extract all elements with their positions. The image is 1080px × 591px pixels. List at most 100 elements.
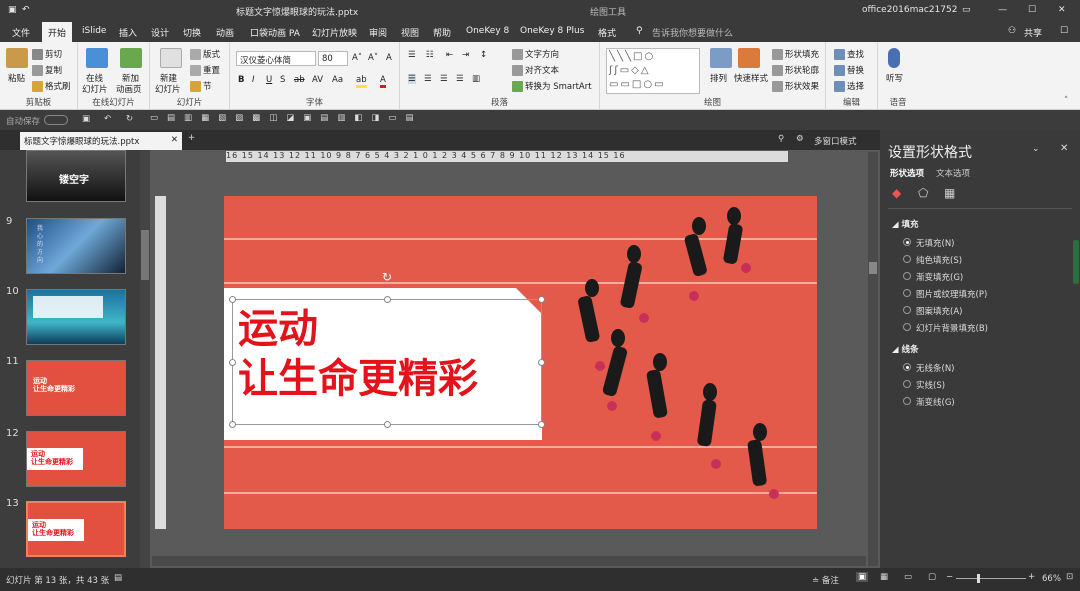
font-name-combo[interactable]: 汉仪菱心体简 [236,51,316,66]
fill-option-label[interactable]: 幻灯片背景填充(B) [916,322,988,334]
tab-transitions[interactable]: 切换 [183,26,201,39]
microphone-icon[interactable] [888,48,900,68]
undo-icon[interactable]: ↶ [22,5,30,15]
underline-button[interactable]: U [266,75,272,85]
ribbon-display-icon[interactable]: ▭ [962,5,971,15]
fill-option-label[interactable]: 无填充(N) [916,237,955,249]
resize-handle[interactable] [538,296,545,303]
char-spacing-button[interactable]: AV [312,75,323,85]
fill-radio[interactable] [903,272,911,280]
tab-pocket-animation[interactable]: 口袋动画 PA [250,26,300,39]
align-left-icon[interactable]: ☰ [408,74,416,84]
shapes-gallery[interactable]: ╲╲╲□○ ʃʃ▭◇△ ▭▭□○▭ [606,48,700,94]
reset-button[interactable]: 重置 [190,64,220,76]
grow-font-icon[interactable]: A˄ [352,53,362,63]
tab-file[interactable]: 文件 [12,26,30,39]
fill-option-label[interactable]: 渐变填充(G) [916,271,963,283]
line-radio[interactable] [903,397,911,405]
thumbnail-13-selected[interactable]: 运动 让生命更精彩 [26,501,126,557]
zoom-level[interactable]: 66% [1042,574,1061,584]
tab-onekey8-plus[interactable]: OneKey 8 Plus [520,26,584,36]
line-option-label[interactable]: 无线条(N) [916,362,955,374]
find-button[interactable]: 查找 [834,48,864,60]
document-tab[interactable]: 标题文字惊爆眼球的玩法.pptx ✕ [20,132,182,150]
autosave-toggle[interactable] [44,115,68,125]
multi-window-button[interactable]: 多窗口模式 [814,135,857,147]
new-tab-icon[interactable]: + [188,133,195,143]
copy-button[interactable]: 复制 [32,64,62,76]
section-button[interactable]: 节 [190,80,212,92]
shape-outline-button[interactable]: 形状轮廓 [772,64,819,76]
share-icon[interactable]: ⚇ [1008,26,1016,36]
dictate-button[interactable]: 听写 [886,72,903,84]
tab-review[interactable]: 审阅 [369,26,387,39]
line-option-label[interactable]: 实线(S) [916,379,945,391]
comments-icon[interactable]: ☐ [1060,26,1068,36]
resize-handle[interactable] [384,296,391,303]
thumbnail-scroll-thumb[interactable] [141,230,149,280]
shrink-font-icon[interactable]: A˅ [368,53,378,63]
zoom-slider[interactable] [956,578,1026,579]
notes-button[interactable]: ≐ 备注 [812,574,839,586]
panel-menu-icon[interactable]: ⌄ [1032,144,1040,154]
save-qat-icon[interactable]: ▣ [82,114,90,124]
text-direction-button[interactable]: 文字方向 [512,48,559,60]
tab-shape-options[interactable]: 形状选项 [890,167,924,179]
size-properties-icon[interactable]: ▦ [944,186,955,200]
rotate-handle-icon[interactable]: ↻ [382,270,392,284]
spell-check-icon[interactable]: ▤ [114,573,122,583]
tab-slideshow[interactable]: 幻灯片放映 [312,26,357,39]
tab-view[interactable]: 视图 [401,26,419,39]
line-option-label[interactable]: 渐变线(G) [916,396,955,408]
qat-tools[interactable]: ▭▤▥▦▧▨▩◫◪▣▤▥◧◨▭▤ [150,113,423,123]
maximize-button[interactable]: ☐ [1028,5,1036,15]
thumbnail-11[interactable]: 运动 让生命更精彩 [26,360,126,416]
shape-fill-button[interactable]: 形状填充 [772,48,819,60]
tab-text-options[interactable]: 文本选项 [936,167,970,179]
collapse-ribbon-icon[interactable]: ˄ [1064,96,1068,106]
align-center-icon[interactable]: ☰ [424,74,432,84]
select-button[interactable]: 选择 [834,80,864,92]
close-button[interactable]: ✕ [1058,5,1066,15]
new-slide-icon[interactable] [160,48,182,68]
resize-handle[interactable] [538,359,545,366]
undo-qat-icon[interactable]: ↶ [104,114,111,124]
quick-styles-button[interactable]: 快速样式 [734,72,768,84]
paste-icon[interactable] [6,48,28,68]
italic-button[interactable]: I [252,75,255,85]
cut-button[interactable]: 剪切 [32,48,62,60]
tab-insert[interactable]: 插入 [119,26,137,39]
search-icon[interactable]: ⚲ [636,26,643,36]
thumbnail-12[interactable]: 运动 让生命更精彩 [26,431,126,487]
slideshow-view-icon[interactable]: ▢ [928,572,936,582]
fill-radio[interactable] [903,323,911,331]
zoom-slider-thumb[interactable] [977,574,980,583]
fill-radio[interactable] [903,255,911,263]
save-icon[interactable]: ▣ [8,5,17,15]
fill-option-label[interactable]: 图案填充(A) [916,305,962,317]
change-case-button[interactable]: Aa [332,75,343,85]
paste-button[interactable]: 粘贴 [8,72,25,84]
resize-handle[interactable] [229,421,236,428]
indent-decrease-icon[interactable]: ⇤ [446,50,453,60]
horizontal-scrollbar[interactable] [152,556,866,566]
align-right-icon[interactable]: ☰ [440,74,448,84]
bullets-icon[interactable]: ☰ [408,50,416,60]
slide-canvas[interactable]: 运动 让生命更精彩 ↻ [224,196,817,529]
tab-home[interactable]: 开始 [42,22,73,42]
online-slide-icon[interactable] [86,48,108,68]
zoom-icon[interactable]: ⚲ [778,134,784,144]
reading-view-icon[interactable]: ▭ [904,572,912,582]
clear-format-icon[interactable]: A [386,53,392,63]
shape-effects-button[interactable]: 形状效果 [772,80,819,92]
new-anim-icon[interactable] [120,48,142,68]
layout-button[interactable]: 版式 [190,48,220,60]
arrange-icon[interactable] [710,48,732,68]
quick-styles-icon[interactable] [738,48,760,68]
line-radio[interactable] [903,363,911,371]
align-text-button[interactable]: 对齐文本 [512,64,559,76]
fill-section-header[interactable]: ◢ 填充 [892,218,919,230]
arrange-button[interactable]: 排列 [710,72,727,84]
indent-increase-icon[interactable]: ⇥ [462,50,469,60]
minimize-button[interactable]: — [998,5,1007,15]
